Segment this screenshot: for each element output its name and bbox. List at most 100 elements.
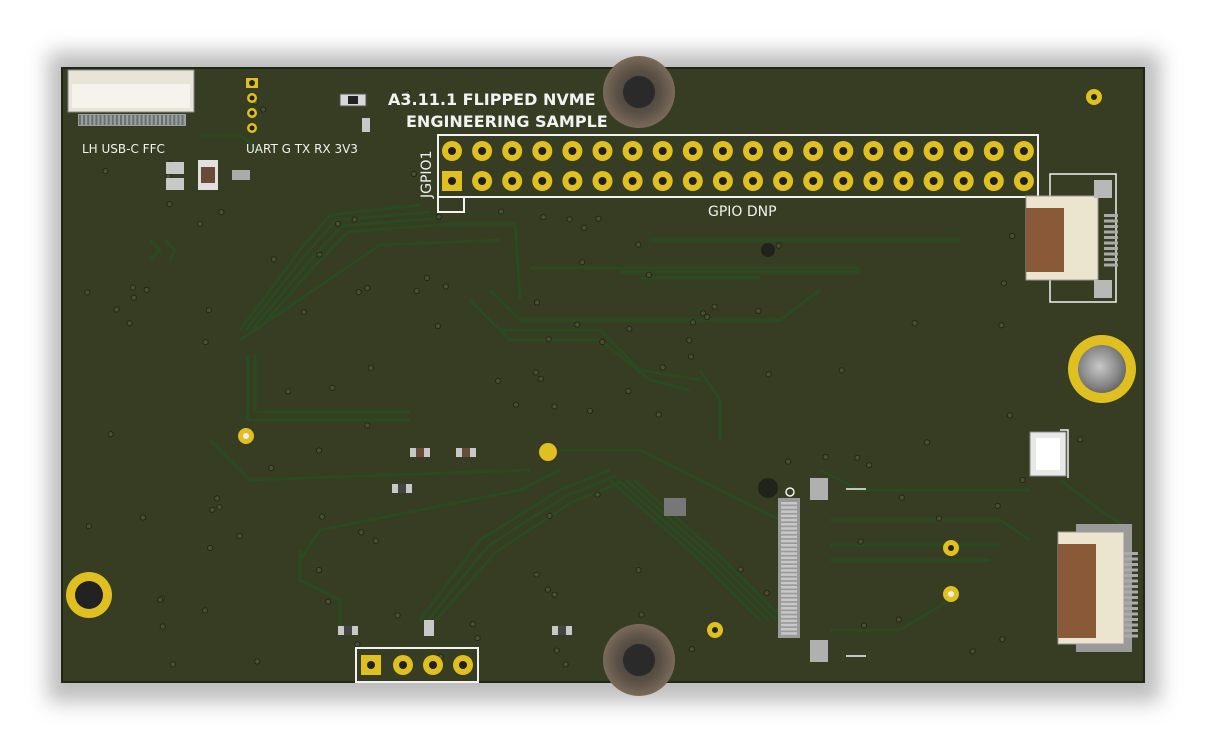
via: [85, 523, 92, 530]
via: [169, 661, 177, 668]
via: [544, 586, 552, 593]
ffc-pin: [1104, 219, 1118, 223]
ffc-pin: [1124, 612, 1138, 616]
ffc-pin: [1124, 601, 1138, 605]
ffc-pin: [1124, 552, 1138, 555]
via: [737, 566, 744, 573]
gpio-pin-hole: [538, 177, 547, 185]
ffc-pin: [1104, 214, 1118, 217]
via: [394, 612, 401, 619]
via: [854, 454, 861, 461]
via: [364, 422, 371, 429]
via: [498, 208, 505, 215]
via: [540, 214, 547, 221]
pad: [781, 602, 797, 606]
via: [474, 635, 481, 642]
board-title-line1: A3.11.1 FLIPPED NVME: [388, 90, 596, 109]
gpio-pin-hole: [839, 177, 848, 185]
pad: [781, 510, 797, 513]
ffc-pin: [1124, 629, 1138, 632]
pad: [781, 565, 797, 568]
gpio-pin-hole: [508, 177, 517, 185]
board-title-line2: ENGINEERING SAMPLE: [406, 112, 608, 131]
via: [354, 641, 361, 648]
gpio-pin-hole: [959, 177, 968, 185]
via: [316, 251, 323, 258]
via: [579, 259, 586, 266]
via: [998, 322, 1005, 329]
via: [372, 537, 379, 545]
pad: [781, 506, 797, 509]
via: [645, 271, 653, 278]
pad: [781, 548, 797, 551]
via: [367, 365, 374, 372]
via: [300, 309, 307, 316]
pad: [781, 556, 797, 560]
via: [999, 636, 1006, 643]
gpio-pin-hole: [478, 177, 487, 185]
via: [822, 454, 829, 461]
ffc-pin: [1104, 230, 1118, 234]
via: [130, 294, 137, 301]
via: [512, 401, 520, 408]
gpio-pin-hole: [989, 177, 998, 185]
via: [413, 287, 420, 294]
via: [159, 623, 166, 630]
gpio-pin-hole: [749, 177, 757, 185]
via: [551, 591, 558, 598]
gpio-pin-hole: [718, 147, 727, 155]
via: [924, 439, 931, 446]
via: [635, 567, 642, 574]
via: [537, 375, 545, 382]
via: [586, 407, 594, 414]
gpio-pin-hole: [628, 177, 637, 185]
via: [351, 216, 358, 223]
via: [860, 622, 868, 629]
via: [157, 596, 164, 603]
standoff-bottom: [603, 624, 675, 696]
ffc-pin: [1124, 607, 1138, 610]
pad: [781, 598, 797, 602]
via: [434, 323, 441, 330]
via: [857, 538, 864, 545]
via: [205, 307, 212, 314]
gpio-pin-hole: [628, 147, 637, 155]
ffc-pin: [1104, 252, 1118, 256]
via: [329, 384, 336, 391]
via: [626, 325, 633, 332]
gpio-pin-hole: [598, 177, 607, 185]
via: [655, 411, 662, 418]
pad: [781, 628, 797, 631]
via: [316, 447, 323, 454]
via: [599, 338, 606, 346]
ffc-pin: [1124, 574, 1138, 577]
ffc-pin: [1124, 557, 1138, 561]
pad: [781, 607, 797, 610]
ffc-pin: [1124, 568, 1138, 572]
smd-white-block: [1029, 429, 1069, 478]
via: [594, 491, 601, 498]
gpio-pin-hole: [568, 177, 577, 185]
pad: [781, 535, 797, 539]
via: [1006, 412, 1014, 419]
via: [495, 377, 502, 384]
via: [638, 611, 645, 618]
via: [260, 106, 267, 113]
mounting-hole-left: [66, 572, 112, 618]
via: [688, 646, 695, 653]
ffc-pin: [1124, 563, 1138, 566]
via: [911, 320, 918, 327]
ffc-pin: [1124, 590, 1138, 594]
gpio-pin-hole: [809, 147, 818, 155]
via: [214, 495, 221, 502]
via: [895, 616, 902, 623]
gpio-pin-hole: [658, 147, 667, 155]
gpio-pin-hole: [568, 147, 577, 155]
gpio-pin-hole: [869, 177, 878, 185]
gpio-pin-hole: [1019, 177, 1028, 185]
gpio-pin-hole: [779, 177, 788, 185]
via: [700, 310, 707, 317]
via: [325, 598, 332, 605]
via: [635, 241, 642, 248]
via: [334, 220, 341, 227]
